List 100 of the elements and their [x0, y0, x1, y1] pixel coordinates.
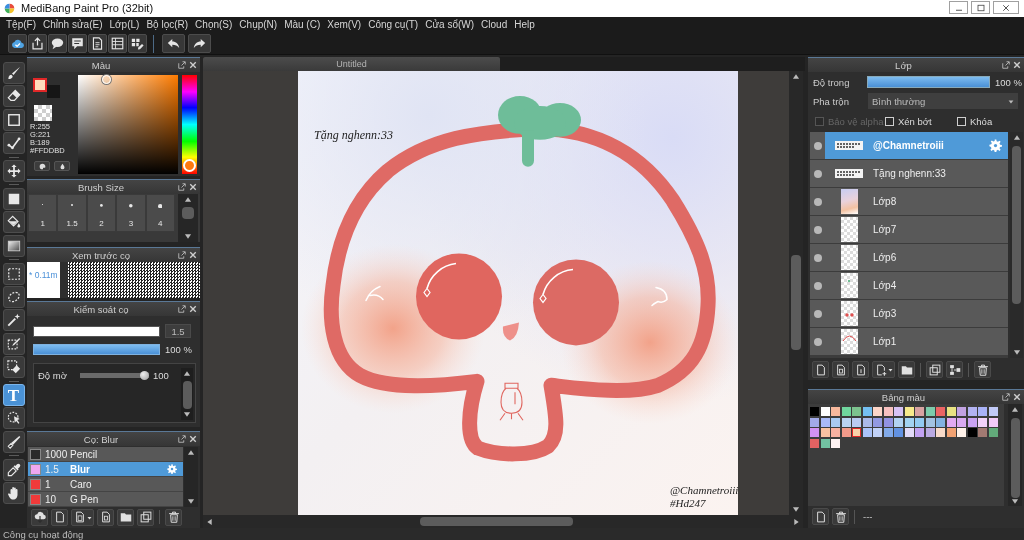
- scrollbar-thumb[interactable]: [1010, 418, 1020, 498]
- menu-item[interactable]: Xem(V): [327, 19, 362, 31]
- circle-toggle-icon[interactable]: [813, 281, 822, 290]
- close-icon[interactable]: [1013, 393, 1021, 401]
- color-swatch-icon[interactable]: [883, 428, 893, 438]
- blend-mode-dropdown[interactable]: Bình thường: [868, 93, 1018, 109]
- color-swatch-icon[interactable]: [957, 407, 966, 416]
- scrollbar-thumb[interactable]: [420, 517, 573, 526]
- brush-size-cell[interactable]: 4: [145, 194, 175, 232]
- color-swatch-icon[interactable]: [841, 428, 851, 438]
- scrollbar[interactable]: [181, 368, 193, 420]
- color-swatch-icon[interactable]: [967, 417, 977, 427]
- arrow-down-icon[interactable]: [1012, 349, 1021, 356]
- arrow-up-icon[interactable]: [184, 196, 192, 203]
- arrow-up-icon[interactable]: [187, 449, 195, 456]
- gradient-tool[interactable]: [2, 234, 25, 257]
- circle-toggle-icon[interactable]: [813, 197, 822, 206]
- color-swatch-icon[interactable]: [957, 417, 966, 427]
- transparent-swatch[interactable]: [34, 105, 52, 121]
- maximize-button[interactable]: [971, 1, 990, 14]
- color-swatch-icon[interactable]: [904, 407, 914, 416]
- duplicate-button[interactable]: [926, 361, 943, 378]
- color-swatch-icon[interactable]: [862, 407, 872, 416]
- color-swatch-icon[interactable]: [810, 438, 819, 448]
- color-swatch-icon[interactable]: [841, 407, 851, 416]
- color-swatch-icon[interactable]: [904, 428, 914, 438]
- move-tool[interactable]: [2, 160, 25, 183]
- color-swatch-icon[interactable]: [946, 407, 956, 416]
- circle-toggle-icon[interactable]: [813, 169, 822, 178]
- arrow-right-icon[interactable]: [793, 517, 800, 526]
- color-swatch-icon[interactable]: [946, 428, 956, 438]
- scrollbar[interactable]: [184, 447, 198, 507]
- fill-tool[interactable]: [2, 187, 25, 210]
- eraser-tool[interactable]: [2, 85, 25, 108]
- color-swatch-icon[interactable]: [810, 417, 819, 427]
- hue-handle[interactable]: [183, 158, 196, 172]
- arrow-up-icon[interactable]: [1012, 134, 1021, 141]
- arrow-down-icon[interactable]: [184, 233, 192, 240]
- new-layer-button[interactable]: [832, 361, 849, 378]
- color-swatch-icon[interactable]: [894, 428, 903, 438]
- size-input[interactable]: 1.5: [165, 324, 191, 338]
- background-color-swatch[interactable]: [47, 85, 60, 98]
- color-swatch-icon[interactable]: [831, 438, 840, 448]
- eyedropper-tool[interactable]: [2, 458, 25, 481]
- brush-size-cell[interactable]: 3: [116, 194, 146, 232]
- new-palette-button[interactable]: [812, 508, 829, 525]
- color-swatch-icon[interactable]: [810, 407, 819, 416]
- layer-row[interactable]: Lớp7: [810, 216, 1008, 244]
- color-swatch-icon[interactable]: [883, 407, 893, 416]
- color-swatch-icon[interactable]: [946, 417, 956, 427]
- color-swatch-icon[interactable]: [967, 428, 977, 438]
- color-swatch-icon[interactable]: [820, 428, 830, 438]
- circle-toggle-icon[interactable]: [813, 141, 822, 150]
- hand-tool[interactable]: [2, 482, 25, 505]
- opacity-slider[interactable]: [33, 343, 160, 355]
- color-swatch-icon[interactable]: [936, 407, 945, 416]
- color-swatch-icon[interactable]: [988, 417, 998, 427]
- menu-item[interactable]: Chỉnh sửa(E): [43, 19, 103, 31]
- menu-item[interactable]: Chọn(S): [195, 19, 233, 31]
- close-button[interactable]: [993, 1, 1019, 14]
- hue-slider[interactable]: [182, 75, 197, 174]
- delete-button[interactable]: [832, 508, 849, 525]
- close-icon[interactable]: [1013, 61, 1021, 69]
- saturation-value-square[interactable]: [78, 75, 178, 174]
- arrow-down-icon[interactable]: [792, 506, 800, 513]
- brush-item[interactable]: 1 Caro: [28, 477, 183, 492]
- undo-button[interactable]: [162, 34, 185, 53]
- share-button[interactable]: [28, 34, 47, 53]
- close-icon[interactable]: [189, 61, 197, 69]
- minimize-button[interactable]: [949, 1, 968, 14]
- foreground-color-swatch[interactable]: [33, 78, 47, 92]
- circle-toggle-icon[interactable]: [813, 309, 822, 318]
- scrollbar[interactable]: [178, 194, 198, 242]
- scrollbar-thumb[interactable]: [182, 207, 194, 219]
- color-swatch-icon[interactable]: [957, 428, 966, 438]
- color-swatch-icon[interactable]: [978, 428, 987, 438]
- color-swatch-icon[interactable]: [873, 407, 882, 416]
- lasso-tool[interactable]: [2, 286, 25, 308]
- scrollbar-thumb[interactable]: [791, 255, 801, 350]
- delete-button[interactable]: [974, 361, 991, 378]
- pop-out-icon[interactable]: [178, 251, 186, 259]
- color-swatch-icon[interactable]: [873, 428, 882, 438]
- operation-tool[interactable]: [2, 407, 25, 430]
- color-swatch-icon[interactable]: [925, 407, 935, 416]
- brush-size-cell[interactable]: 1: [28, 194, 58, 232]
- layer-row[interactable]: Tặng nghenn:33: [810, 160, 1008, 188]
- brush-size-cell[interactable]: 2: [86, 194, 117, 232]
- layer-row[interactable]: Lớp3: [810, 300, 1008, 328]
- pop-out-icon[interactable]: [178, 183, 186, 191]
- blur-slider[interactable]: [80, 370, 149, 380]
- scrollbar-thumb[interactable]: [1012, 146, 1021, 304]
- new-layer-button[interactable]: [852, 361, 869, 378]
- folder-button[interactable]: [117, 508, 134, 526]
- color-swatch-icon[interactable]: [894, 407, 903, 416]
- select-pen-tool[interactable]: [2, 332, 25, 355]
- size-slider[interactable]: [33, 325, 160, 337]
- color-swatch-icon[interactable]: [915, 417, 924, 427]
- pop-out-icon[interactable]: [178, 61, 186, 69]
- arrow-up-icon[interactable]: [792, 73, 800, 80]
- color-swatch-icon[interactable]: [820, 407, 830, 416]
